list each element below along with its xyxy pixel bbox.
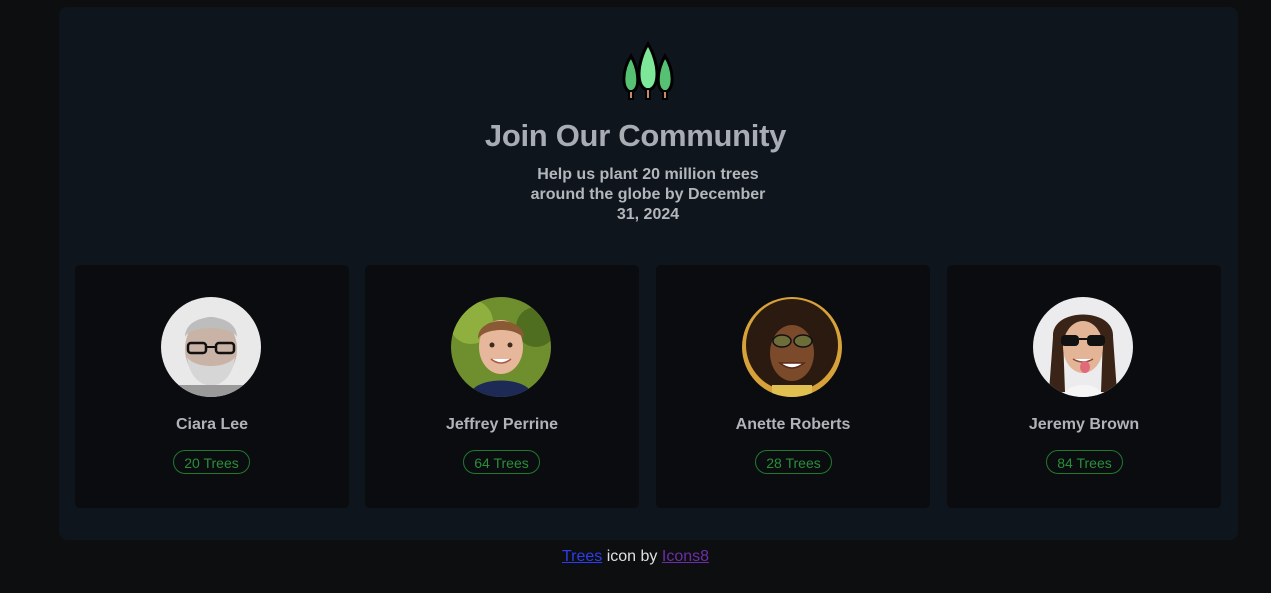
member-card: Jeffrey Perrine 64 Trees [365, 265, 639, 508]
avatar [742, 297, 842, 397]
member-name: Jeffrey Perrine [445, 416, 559, 433]
attribution-text: icon by [602, 548, 662, 565]
member-name: Jeremy Brown [1028, 416, 1140, 433]
trees-count-badge: 64 Trees [463, 450, 540, 474]
subtitle-line: 31, 2024 [616, 206, 680, 223]
trees-link[interactable]: Trees [562, 548, 602, 565]
member-card: Anette Roberts 28 Trees [656, 265, 930, 508]
trees-icon [622, 41, 674, 100]
member-name: Ciara Lee [175, 416, 249, 433]
icons8-link[interactable]: Icons8 [662, 548, 709, 565]
member-cards: Ciara Lee 20 Trees Jeffrey Perrine 64 Tr… [75, 265, 1223, 508]
avatar [161, 297, 261, 397]
trees-count-badge: 28 Trees [755, 450, 832, 474]
trees-count-badge: 84 Trees [1046, 450, 1123, 474]
subtitle-line: Help us plant 20 million trees [537, 166, 759, 183]
avatar [1033, 297, 1133, 397]
page-subtitle: Help us plant 20 million trees around th… [520, 165, 776, 225]
subtitle-line: around the globe by December [530, 186, 766, 203]
member-name: Anette Roberts [735, 416, 851, 433]
attribution-footer: Trees icon by Icons8 [0, 548, 1271, 566]
member-card: Ciara Lee 20 Trees [75, 265, 349, 508]
avatar [451, 297, 551, 397]
trees-count-badge: 20 Trees [173, 450, 250, 474]
page-title: Join Our Community [484, 118, 787, 153]
member-card: Jeremy Brown 84 Trees [947, 265, 1221, 508]
